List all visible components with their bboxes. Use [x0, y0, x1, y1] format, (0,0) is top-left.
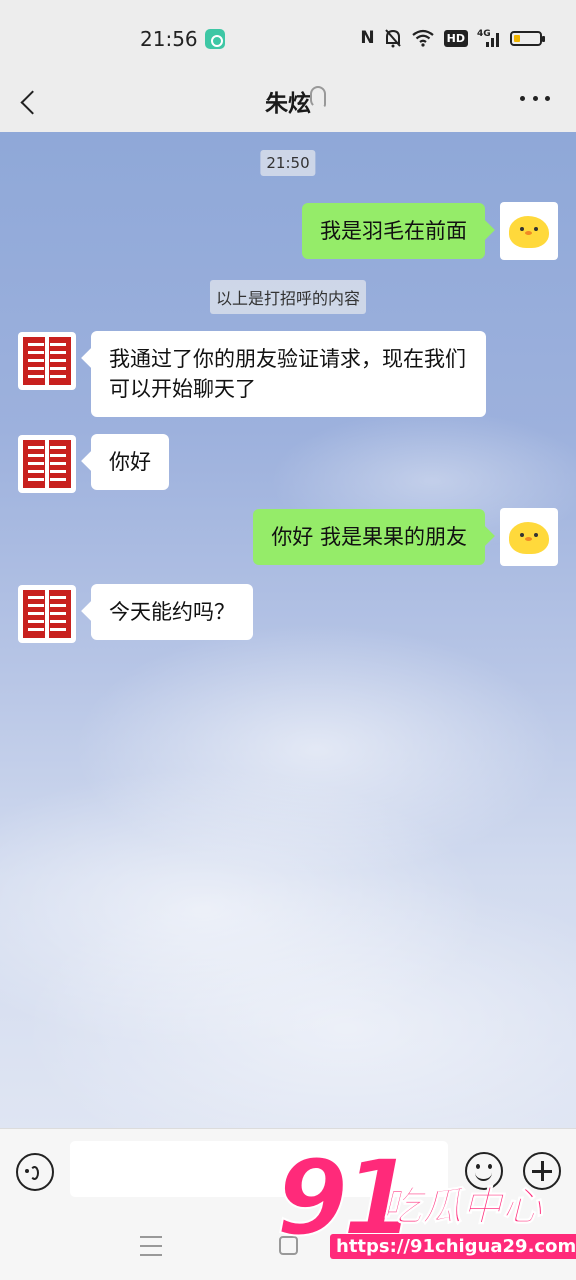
dot	[520, 95, 525, 101]
message-bubble-contact[interactable]: 我通过了你的朋友验证请求，现在我们可以开始聊天了	[91, 331, 486, 417]
nfc-icon: N	[360, 28, 375, 48]
status-icons: N HD 4G	[360, 27, 545, 49]
seal-avatar-icon	[23, 337, 71, 385]
chat-area[interactable]: 21:50 我是羽毛在前面 以上是打招呼的内容 我通过了你的朋友验证请求，现在我…	[0, 132, 576, 1128]
more-button[interactable]	[520, 92, 550, 104]
network-type-text: 4G	[477, 29, 491, 39]
message-timestamp: 21:50	[260, 150, 316, 176]
contact-name[interactable]: 朱炫	[0, 84, 576, 118]
avatar-contact[interactable]	[18, 435, 76, 493]
message-bubble-self[interactable]: 我是羽毛在前面	[302, 203, 485, 259]
seal-avatar-icon	[23, 590, 71, 638]
ear-icon	[310, 86, 326, 108]
watermark: 91 吃瓜中心 https://91chigua29.com	[275, 1145, 576, 1270]
message-bubble-contact[interactable]: 今天能约吗？	[91, 584, 253, 640]
hd-icon: HD	[443, 29, 468, 47]
chick-avatar-icon	[509, 522, 549, 554]
watermark-text: 吃瓜中心	[382, 1184, 543, 1231]
avatar-contact[interactable]	[18, 585, 76, 643]
status-bar: 21:56 N HD 4G	[0, 0, 576, 72]
mute-bell-icon	[384, 28, 402, 48]
status-time: 21:56	[140, 27, 198, 51]
4g-signal-icon: 4G	[477, 28, 501, 48]
avatar-self[interactable]	[500, 202, 558, 260]
dot	[532, 95, 538, 101]
message-bubble-contact[interactable]: 你好	[91, 434, 169, 490]
title-bar: 朱炫	[0, 72, 576, 132]
seal-avatar-icon	[23, 440, 71, 488]
system-notice: 以上是打招呼的内容	[209, 280, 367, 314]
dot	[545, 95, 550, 101]
avatar-contact[interactable]	[18, 332, 76, 390]
avatar-self[interactable]	[500, 508, 558, 566]
wifi-icon	[411, 29, 435, 47]
watermark-url: https://91chigua29.com	[330, 1234, 576, 1259]
battery-icon	[510, 30, 545, 46]
voice-button[interactable]	[16, 1153, 54, 1191]
message-bubble-self[interactable]: 你好 我是果果的朋友	[253, 509, 485, 565]
app-notification-icon	[205, 29, 225, 49]
chick-avatar-icon	[509, 216, 549, 248]
menu-icon[interactable]	[140, 1236, 162, 1256]
